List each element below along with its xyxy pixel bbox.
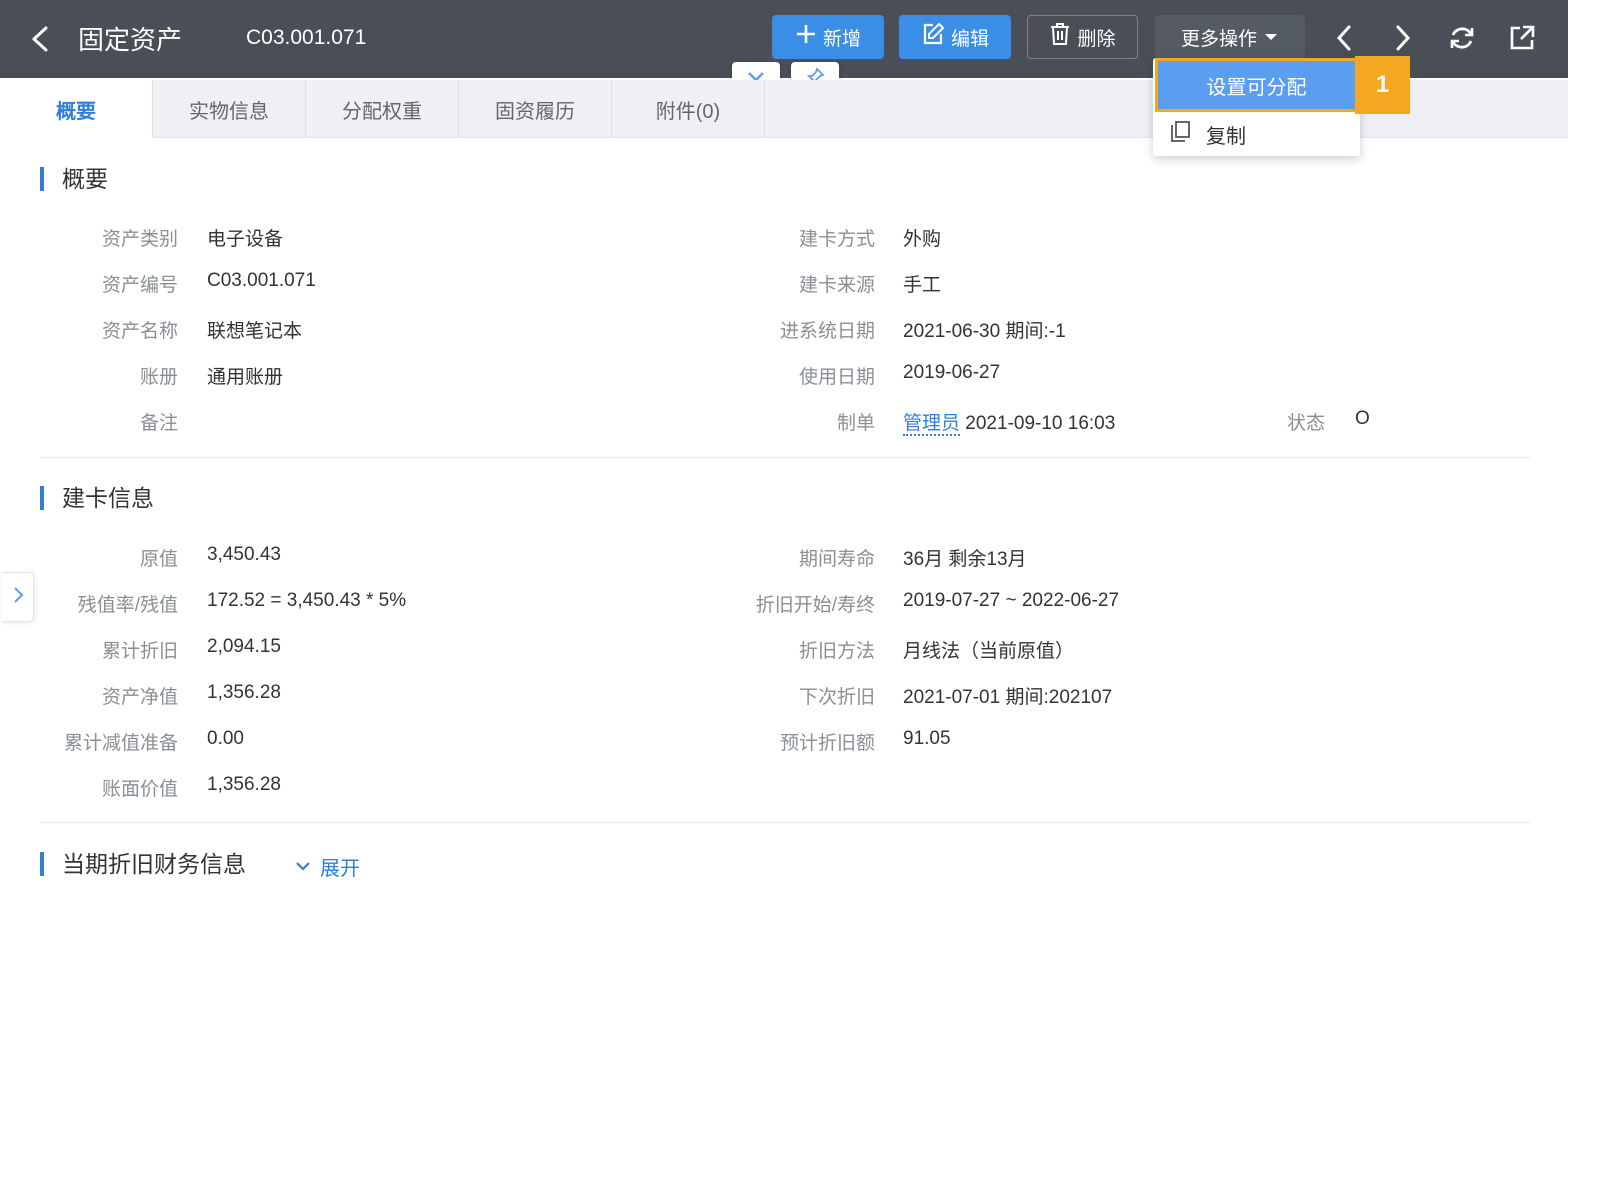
section-title-card-info: 建卡信息	[40, 486, 154, 510]
field-label: 资产名称	[101, 321, 178, 342]
field-value: 电子设备	[207, 229, 284, 250]
next-record-icon[interactable]	[1385, 20, 1421, 56]
status-label: 状态	[1287, 413, 1326, 434]
trash-icon	[1049, 22, 1071, 52]
more-actions-label: 更多操作	[1180, 28, 1257, 50]
section-title-overview: 概要	[40, 167, 108, 191]
record-code: C03.001.071	[246, 26, 367, 49]
field-value: 2019-06-27	[903, 362, 1001, 383]
field-value: 0.00	[207, 728, 244, 749]
field-label: 建卡方式	[798, 229, 875, 250]
step-badge: 1	[1355, 56, 1410, 114]
field-label: 累计折旧	[101, 641, 178, 662]
section-divider	[40, 822, 1530, 823]
add-button[interactable]: 新增	[772, 15, 884, 59]
maker-user-link[interactable]: 管理员	[903, 413, 961, 436]
prev-record-icon[interactable]	[1326, 20, 1362, 56]
delete-button-label: 删除	[1077, 28, 1116, 50]
chevron-right-icon	[11, 585, 25, 610]
field-label: 备注	[139, 413, 178, 434]
section-title-depreciation: 当期折旧财务信息	[40, 852, 246, 876]
delete-button[interactable]: 删除	[1027, 15, 1138, 59]
menu-item-copy-label: 复制	[1206, 125, 1246, 148]
field-value: 36月 剩余13月	[903, 549, 1027, 570]
field-label: 折旧开始/寿终	[755, 595, 875, 616]
tab-allocation-weight[interactable]: 分配权重	[306, 80, 459, 138]
section-divider	[40, 457, 1530, 458]
caret-down-icon	[1263, 26, 1279, 48]
tab-overview[interactable]: 概要	[0, 80, 153, 138]
expand-toggle[interactable]: 展开	[294, 852, 360, 881]
copy-icon	[1168, 119, 1192, 149]
tab-physical-info[interactable]: 实物信息	[153, 80, 306, 138]
tab-attachments[interactable]: 附件(0)	[612, 80, 765, 138]
back-icon[interactable]	[24, 20, 56, 58]
field-value: 2,094.15	[207, 636, 281, 657]
field-label: 资产类别	[101, 229, 178, 250]
field-label: 建卡来源	[798, 275, 875, 296]
field-label: 累计减值准备	[63, 733, 178, 754]
field-value: 月线法（当前原值）	[903, 641, 1075, 662]
field-value: 2021-07-01 期间:202107	[903, 687, 1113, 708]
export-icon[interactable]	[1504, 20, 1540, 56]
field-value: 3,450.43	[207, 544, 281, 565]
field-label: 期间寿命	[798, 549, 875, 570]
menu-item-copy[interactable]: 复制	[1168, 118, 1246, 150]
maker-label: 制单	[836, 413, 875, 434]
maker-value: 管理员 2021-09-10 16:03	[903, 408, 1116, 436]
field-label: 资产编号	[101, 275, 178, 296]
status-value: O	[1355, 408, 1370, 429]
field-label: 账册	[139, 367, 178, 388]
tab-asset-history[interactable]: 固资履历	[459, 80, 612, 138]
field-value: 2021-06-30 期间:-1	[903, 321, 1066, 342]
field-value: 外购	[903, 229, 942, 250]
field-value: 1,356.28	[207, 682, 281, 703]
field-label: 进系统日期	[779, 321, 875, 342]
page-title: 固定资产	[78, 25, 183, 55]
field-value: 91.05	[903, 728, 951, 749]
add-button-label: 新增	[822, 28, 861, 50]
field-label: 下次折旧	[798, 687, 875, 708]
field-value: 手工	[903, 275, 942, 296]
chevron-down-icon	[294, 855, 312, 878]
field-value: 1,356.28	[207, 774, 281, 795]
field-value: C03.001.071	[207, 270, 316, 291]
edit-icon	[921, 22, 945, 52]
field-label: 原值	[139, 549, 178, 570]
edit-button[interactable]: 编辑	[899, 15, 1011, 59]
field-label: 残值率/残值	[77, 595, 178, 616]
more-actions-button[interactable]: 更多操作	[1155, 15, 1305, 59]
field-label: 折旧方法	[798, 641, 875, 662]
refresh-icon[interactable]	[1444, 20, 1480, 56]
field-label: 预计折旧额	[779, 733, 875, 754]
field-value: 通用账册	[207, 367, 284, 388]
expand-label: 展开	[320, 858, 360, 880]
field-value: 2019-07-27 ~ 2022-06-27	[903, 590, 1120, 611]
plus-icon	[795, 23, 817, 51]
edit-button-label: 编辑	[950, 28, 989, 50]
maker-time: 2021-09-10 16:03	[965, 413, 1116, 434]
field-label: 使用日期	[798, 367, 875, 388]
field-label: 账面价值	[101, 779, 178, 800]
menu-item-set-allocatable[interactable]: 设置可分配	[1155, 58, 1355, 112]
field-value: 172.52 = 3,450.43 * 5%	[207, 590, 407, 611]
side-panel-toggle[interactable]	[2, 572, 34, 622]
field-value: 联想笔记本	[207, 321, 303, 342]
field-label: 资产净值	[101, 687, 178, 708]
